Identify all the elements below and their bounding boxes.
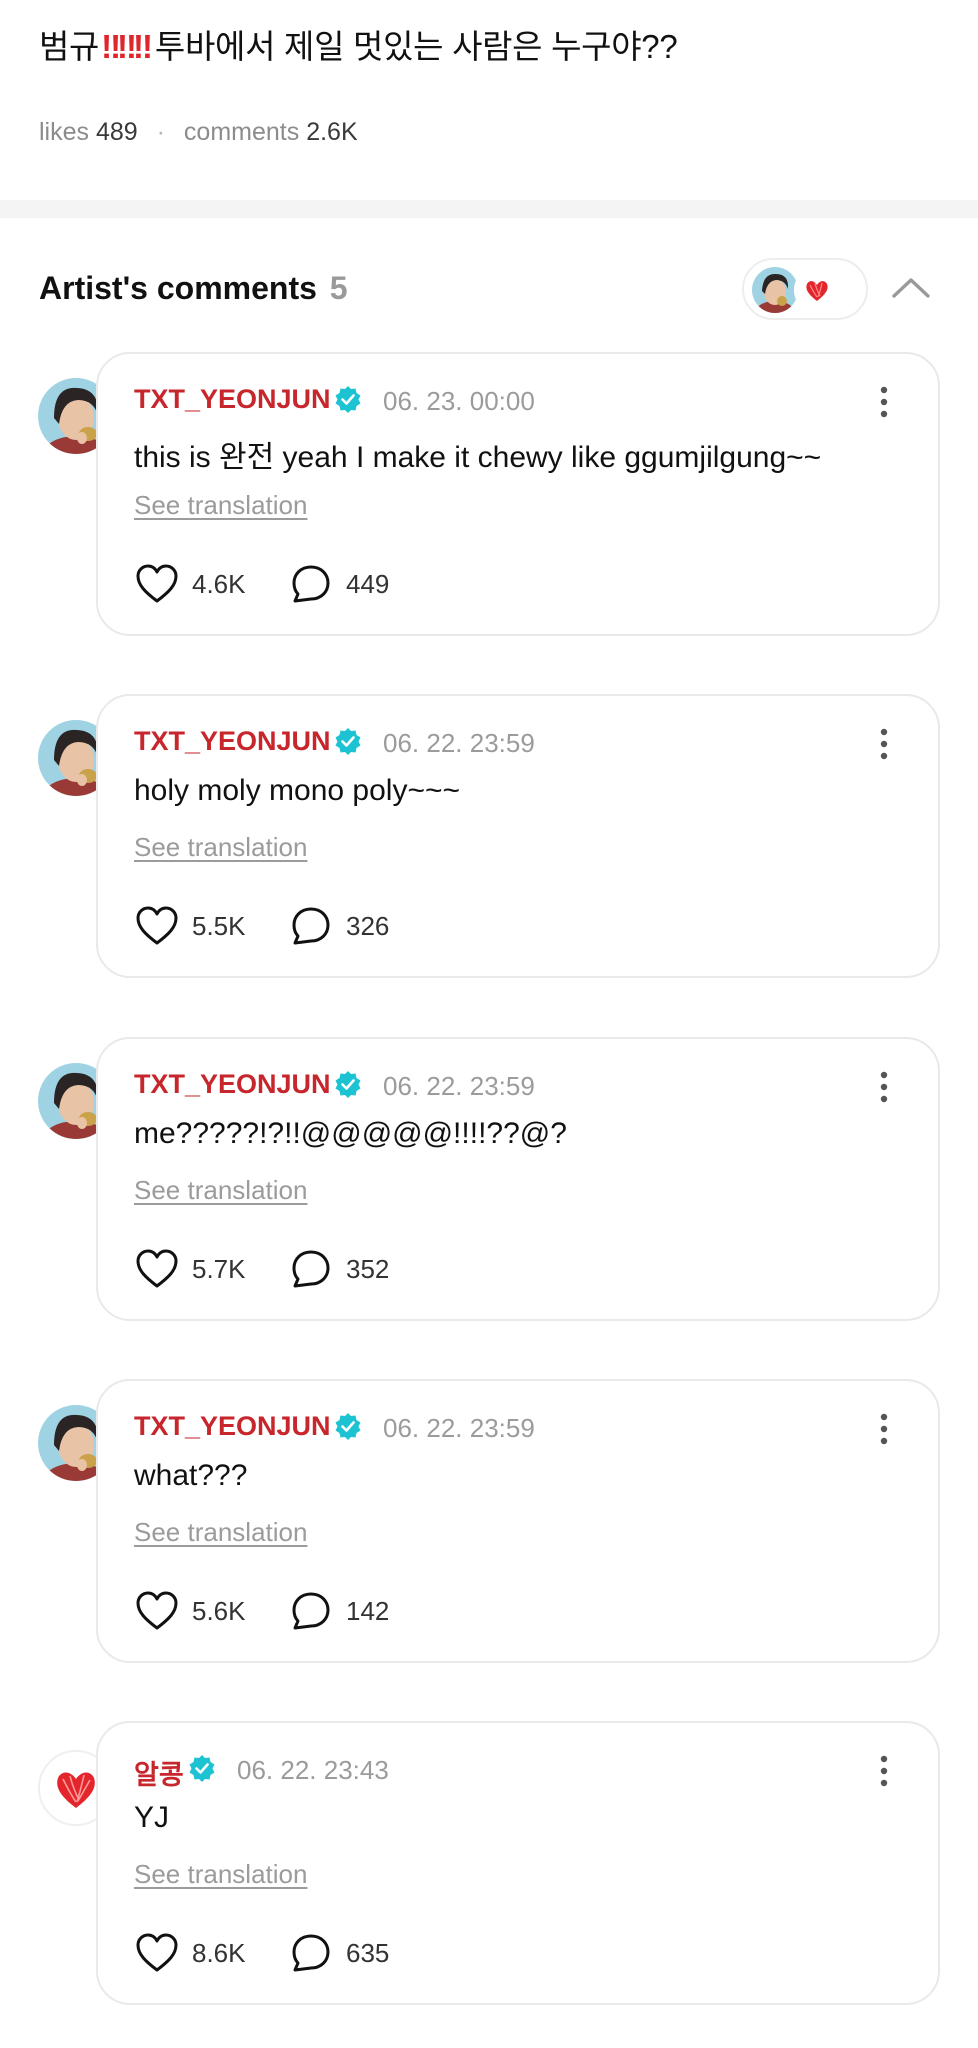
artist-comments-label: Artist's comments: [39, 270, 317, 306]
kebab-menu-icon[interactable]: [874, 384, 894, 420]
like-count: 4.6K: [192, 569, 246, 599]
comments-label: comments: [183, 118, 300, 146]
artist-avatar-heart: [794, 267, 840, 313]
verified-check-icon: [334, 385, 362, 413]
see-translation-link[interactable]: See translation: [134, 490, 307, 521]
artist-comment-card: TXT_YEONJUN 06. 23. 00:00 this is 완전 yea…: [96, 352, 940, 636]
post-stats: likes 489 · comments 2.6K: [39, 118, 358, 147]
speech-bubble-icon[interactable]: [290, 1932, 332, 1974]
stats-separator: ·: [156, 118, 165, 146]
comment-author[interactable]: 알콩: [134, 1753, 184, 1792]
artist-avatar-photo: [752, 267, 798, 313]
reply-count: 326: [346, 911, 390, 941]
verified-check-icon: [188, 1754, 216, 1782]
comment-timestamp: 06. 22. 23:59: [383, 1071, 535, 1101]
artist-avatars-filter[interactable]: [742, 258, 868, 320]
chevron-up-icon[interactable]: [888, 268, 934, 308]
like-count: 5.5K: [192, 911, 246, 941]
speech-bubble-icon[interactable]: [290, 1590, 332, 1632]
like-count: 5.6K: [192, 1596, 246, 1626]
artist-comment-card: TXT_YEONJUN 06. 22. 23:59 what??? See tr…: [96, 1379, 940, 1663]
artist-comments-count: 5: [329, 270, 348, 306]
comment-timestamp: 06. 22. 23:59: [383, 728, 535, 758]
likes-label: likes: [39, 118, 90, 146]
comment-author[interactable]: TXT_YEONJUN: [134, 1411, 331, 1442]
artist-comment-card: 알콩 06. 22. 23:43 YJ See translation 8.6K…: [96, 1721, 940, 2005]
double-exclamation-icon: ‼‼‼: [101, 28, 153, 65]
reply-count: 635: [346, 1938, 390, 1968]
artist-comment-card: TXT_YEONJUN 06. 22. 23:59 me?????!?!!@@@…: [96, 1037, 940, 1321]
comment-author[interactable]: TXT_YEONJUN: [134, 1069, 331, 1100]
heart-outline-icon[interactable]: [134, 1931, 180, 1975]
speech-bubble-icon[interactable]: [290, 905, 332, 947]
section-divider: [0, 200, 978, 218]
speech-bubble-icon[interactable]: [290, 563, 332, 605]
likes-count: 489: [95, 118, 138, 146]
comment-timestamp: 06. 22. 23:43: [237, 1755, 389, 1785]
verified-check-icon: [334, 1412, 362, 1440]
comment-author[interactable]: TXT_YEONJUN: [134, 384, 331, 415]
artist-comments-title: Artist's comments 5: [39, 270, 348, 307]
like-count: 5.7K: [192, 1254, 246, 1284]
kebab-menu-icon[interactable]: [874, 1753, 894, 1789]
comment-text: this is 완전 yeah I make it chewy like ggu…: [134, 441, 822, 474]
kebab-menu-icon[interactable]: [874, 1069, 894, 1105]
heart-outline-icon[interactable]: [134, 562, 180, 606]
reply-count: 449: [346, 569, 390, 599]
see-translation-link[interactable]: See translation: [134, 832, 307, 863]
heart-outline-icon[interactable]: [134, 1247, 180, 1291]
see-translation-link[interactable]: See translation: [134, 1517, 307, 1548]
verified-check-icon: [334, 1070, 362, 1098]
heart-outline-icon[interactable]: [134, 1589, 180, 1633]
verified-check-icon: [334, 727, 362, 755]
comment-text: me?????!?!!@@@@@!!!!??@?: [134, 1117, 567, 1150]
post-title-end: 투바에서 제일 멋있는 사람은 누구야??: [154, 28, 678, 65]
artist-comment-card: TXT_YEONJUN 06. 22. 23:59 holy moly mono…: [96, 694, 940, 978]
kebab-menu-icon[interactable]: [874, 1411, 894, 1447]
comment-text: what???: [134, 1459, 248, 1492]
comment-author[interactable]: TXT_YEONJUN: [134, 726, 331, 757]
reply-count: 352: [346, 1254, 390, 1284]
comment-timestamp: 06. 22. 23:59: [383, 1413, 535, 1443]
see-translation-link[interactable]: See translation: [134, 1175, 307, 1206]
comments-count: 2.6K: [306, 118, 358, 146]
see-translation-link[interactable]: See translation: [134, 1859, 307, 1890]
post-title: 범규‼‼‼ 투바에서 제일 멋있는 사람은 누구야??: [39, 20, 678, 68]
post-title-start: 범규: [39, 28, 100, 65]
speech-bubble-icon[interactable]: [290, 1248, 332, 1290]
kebab-menu-icon[interactable]: [874, 726, 894, 762]
reply-count: 142: [346, 1596, 390, 1626]
heart-outline-icon[interactable]: [134, 904, 180, 948]
comment-timestamp: 06. 23. 00:00: [383, 386, 535, 416]
comment-text: holy moly mono poly~~~: [134, 774, 461, 807]
like-count: 8.6K: [192, 1938, 246, 1968]
comment-text: YJ: [134, 1801, 170, 1834]
